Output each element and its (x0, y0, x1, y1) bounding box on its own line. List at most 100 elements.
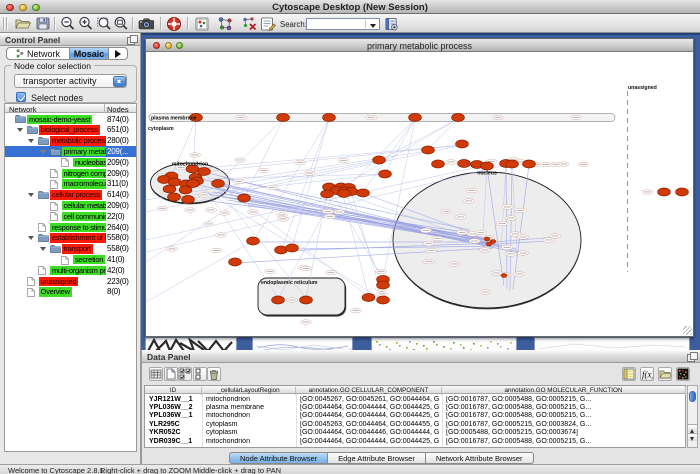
network-node-small[interactable] (484, 237, 490, 241)
network-window-titlebar[interactable]: primary metabolic process (146, 39, 693, 52)
network-node-small[interactable] (501, 274, 507, 278)
zoom-fit-icon[interactable] (112, 14, 130, 33)
import-attributes-icon[interactable] (622, 367, 636, 381)
network-node[interactable] (676, 188, 689, 196)
tree-row-metabolic-process[interactable]: metabolic process280(0) (5, 136, 136, 147)
tree-row-unassigned[interactable]: unassigned223(0) (5, 276, 136, 287)
network-node[interactable] (286, 244, 299, 252)
column-header-2[interactable]: annotation.GO CELLULAR_COMPONENT (296, 387, 442, 395)
unified-icon[interactable] (193, 367, 207, 381)
attribute-checklist-icon[interactable] (178, 367, 192, 381)
search-input[interactable] (306, 18, 380, 30)
select-attributes-icon[interactable] (149, 367, 163, 381)
tab-network[interactable]: Network (7, 48, 69, 59)
network-node[interactable] (456, 140, 469, 148)
scrollbar-thumb[interactable] (689, 391, 696, 402)
select-nodes-checkbox[interactable] (16, 92, 26, 102)
network-node[interactable] (452, 114, 465, 122)
network-canvas[interactable]: plasma membranecytoplasmmitochondrionnuc… (146, 52, 693, 336)
edit-form-icon[interactable] (259, 14, 277, 33)
expand-triangle-icon[interactable] (17, 128, 23, 135)
attribute-browser-icon[interactable] (383, 14, 399, 33)
function-builder-icon[interactable]: f(x) (640, 367, 654, 381)
tree-row-primary-metabolic[interactable]: primary metabolic209(... (5, 146, 136, 157)
network-node[interactable] (523, 160, 536, 168)
back-window-plain[interactable] (534, 337, 690, 351)
tab-overflow-button[interactable] (109, 48, 127, 59)
tree-row-secretion[interactable]: secretion41(0) (5, 254, 136, 265)
data-panel-float-icon[interactable] (687, 352, 696, 361)
column-header-3[interactable]: annotation.GO MOLECULAR_FUNCTION (442, 387, 686, 395)
network-node[interactable] (323, 114, 336, 122)
network-node[interactable] (238, 194, 251, 202)
layout-network-icon[interactable] (216, 14, 234, 33)
open-file-icon[interactable] (14, 14, 32, 33)
tree-row-nitrogen-compo[interactable]: nitrogen compo209(0) (5, 168, 136, 179)
network-node[interactable] (272, 296, 285, 304)
expand-triangle-icon[interactable] (40, 247, 46, 254)
tree-row-establishment-of-lo[interactable]: establishment of lo558(0) (5, 233, 136, 244)
network-node[interactable] (362, 294, 375, 302)
network-node[interactable] (179, 186, 192, 194)
table-row-YKR052C[interactable]: YKR052Ccytoplasm[GO:0044464, GO:0044446,… (145, 429, 685, 437)
table-row-YPL036W__2[interactable]: YPL036W__2plasma membrane[GO:0044464, GO… (145, 403, 685, 411)
tree-row-response-to-stimul[interactable]: response to stimul264(0) (5, 222, 136, 233)
back-window-scribbles[interactable] (252, 337, 353, 351)
tree-row-cellular-metabo[interactable]: cellular metabo209(0) (5, 200, 136, 211)
expand-triangle-icon[interactable] (28, 193, 34, 200)
column-header-0[interactable]: ID (145, 387, 202, 395)
help-ring-icon[interactable] (165, 14, 183, 33)
float-panel-icon[interactable] (127, 35, 136, 44)
network-node[interactable] (300, 296, 313, 304)
tab-mosaic[interactable]: Mosaic (69, 48, 109, 59)
search-dropdown-arrow[interactable] (365, 20, 378, 28)
scroll-up-button[interactable] (688, 424, 697, 432)
network-node[interactable] (379, 170, 392, 178)
expand-triangle-icon[interactable] (28, 236, 34, 243)
network-node[interactable] (229, 258, 242, 266)
table-scrollbar[interactable] (687, 385, 698, 448)
back-window-glyphs[interactable] (145, 337, 237, 351)
zoom-in-icon[interactable] (77, 14, 95, 33)
network-node[interactable] (321, 190, 334, 198)
tree-row-cellular-process[interactable]: cellular process614(0) (5, 190, 136, 201)
network-node[interactable] (247, 237, 260, 245)
tree-row-transport[interactable]: transport558(0) (5, 244, 136, 255)
network-node[interactable] (377, 296, 390, 304)
zoom-selected-icon[interactable] (95, 14, 113, 33)
save-icon[interactable] (34, 14, 52, 33)
table-row-YLR295C[interactable]: YLR295Ccytoplasm[GO:0045263, GO:0044464,… (145, 420, 685, 428)
network-node[interactable] (422, 146, 435, 154)
network-node[interactable] (481, 162, 494, 170)
network-node[interactable] (432, 160, 445, 168)
scroll-down-button[interactable] (688, 433, 697, 441)
network-node[interactable] (163, 185, 176, 193)
table-row-YJR121W__1[interactable]: YJR121W__1mitochondrion[GO:0045267, GO:0… (145, 395, 685, 403)
new-attribute-icon[interactable] (164, 367, 178, 381)
network-node[interactable] (212, 180, 225, 188)
node-color-attribute-select[interactable]: transporter activity (14, 74, 127, 88)
tree-row-biological-process[interactable]: biological_process651(0) (5, 125, 136, 136)
table-row-YPL036W__1[interactable]: YPL036W__1mitochondrion[GO:0044464, GO:0… (145, 412, 685, 420)
tree-row-overview[interactable]: Overview8(0) (5, 287, 136, 298)
expand-triangle-icon[interactable] (28, 139, 34, 146)
open-folder-icon[interactable] (658, 367, 672, 381)
snapshot-icon[interactable] (137, 14, 155, 33)
network-node[interactable] (658, 188, 671, 196)
matrix-icon[interactable] (676, 367, 690, 381)
network-node[interactable] (506, 160, 519, 168)
tab-node-attribute-browser[interactable]: Node Attribute Browser (229, 452, 328, 464)
network-node[interactable] (357, 189, 370, 197)
back-window-specks[interactable] (371, 337, 517, 351)
network-node[interactable] (373, 156, 386, 164)
network-node[interactable] (277, 114, 290, 122)
network-node[interactable] (182, 196, 195, 204)
expand-triangle-icon[interactable] (40, 150, 46, 157)
resize-grip-icon[interactable] (683, 326, 692, 335)
tree-row-nucleobase-co[interactable]: nucleobase-co209(0) (5, 157, 136, 168)
delete-attribute-icon[interactable] (207, 367, 221, 381)
tab-network-attribute-browser[interactable]: Network Attribute Browser (426, 452, 534, 464)
network-node[interactable] (338, 190, 351, 198)
destroy-network-icon[interactable] (240, 14, 258, 33)
column-header-1[interactable]: _cellularLayoutRegion (202, 387, 296, 395)
